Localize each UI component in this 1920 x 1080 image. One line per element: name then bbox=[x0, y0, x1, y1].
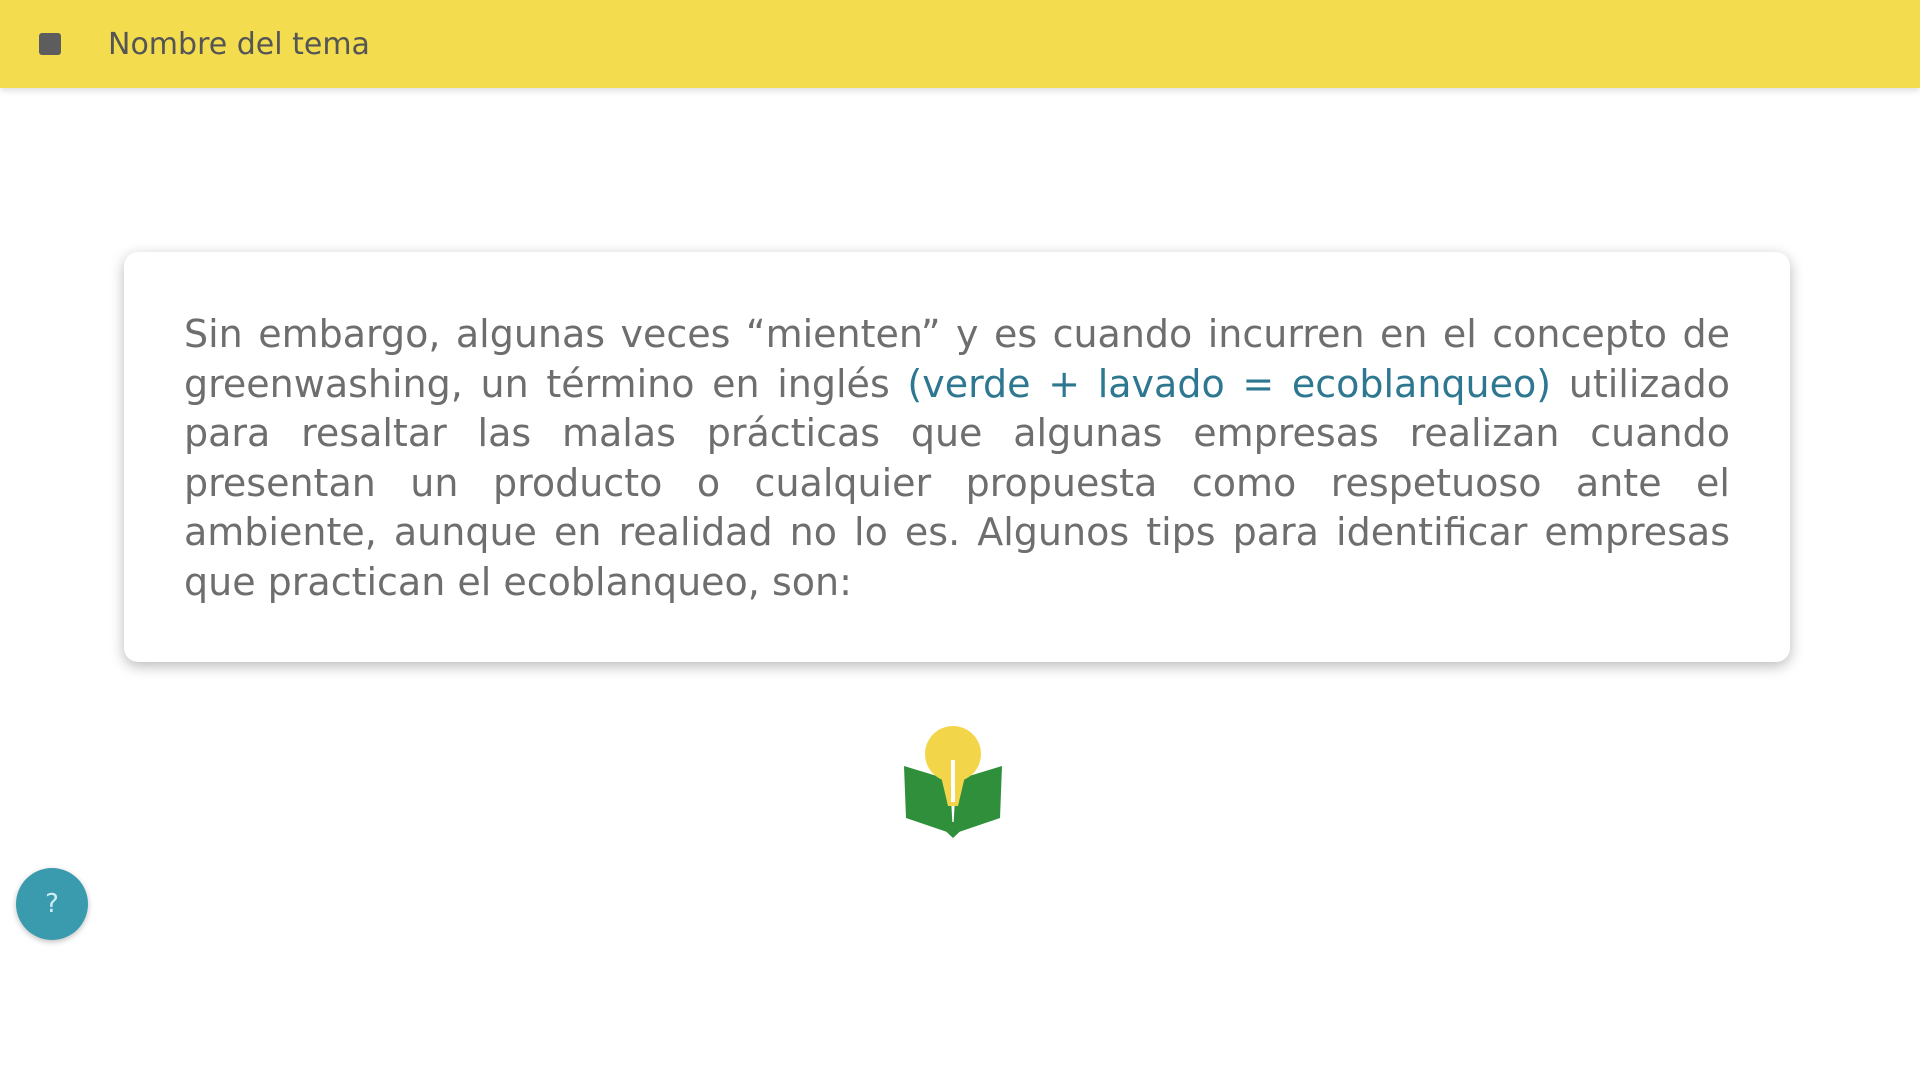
help-button[interactable]: ? bbox=[16, 868, 88, 940]
book-spine-drop bbox=[936, 822, 970, 838]
help-icon: ? bbox=[45, 889, 59, 919]
lightbulb-book-logo bbox=[904, 726, 1002, 838]
card-paragraph: Sin embargo, algunas veces “mienten” y e… bbox=[184, 310, 1730, 607]
content-card: Sin embargo, algunas veces “mienten” y e… bbox=[124, 252, 1790, 662]
top-bar: Nombre del tema bbox=[0, 0, 1920, 88]
menu-icon bbox=[39, 33, 61, 55]
menu-button[interactable] bbox=[32, 26, 68, 62]
topic-title: Nombre del tema bbox=[108, 26, 370, 62]
card-text-highlight: (verde + lavado = ecoblanqueo) bbox=[907, 361, 1552, 406]
